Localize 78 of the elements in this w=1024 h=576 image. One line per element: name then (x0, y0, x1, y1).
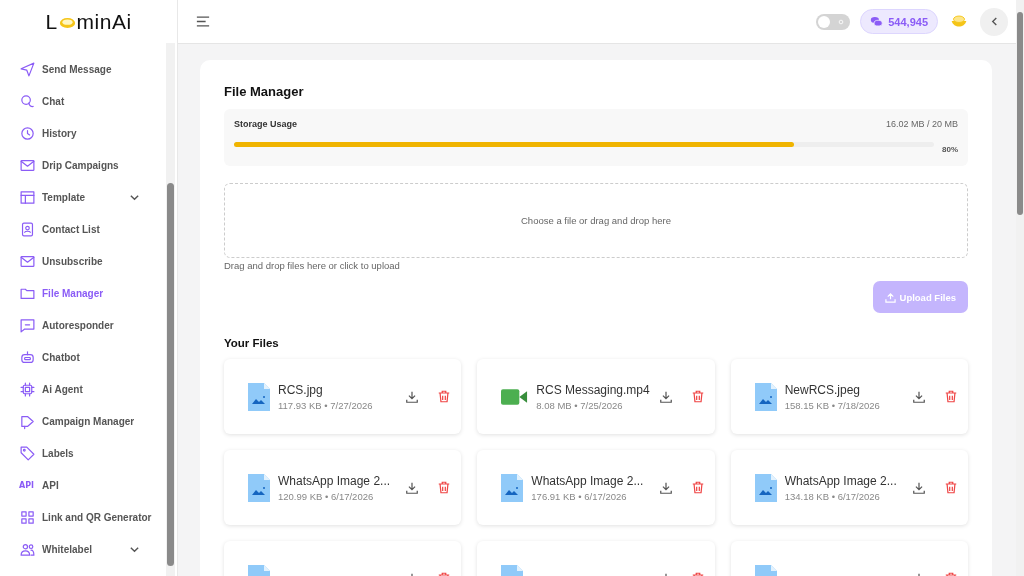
download-icon[interactable] (912, 389, 926, 404)
storage-label: Storage Usage (234, 119, 298, 129)
sidebar-item[interactable]: Unsubscribe (42, 255, 103, 267)
sidebar-item[interactable]: History (42, 127, 77, 139)
trash-icon[interactable] (690, 480, 705, 495)
file-name: WhatsApp Image 2... (784, 473, 897, 488)
file-meta: 158.15 KB • 7/18/2026 (784, 399, 880, 411)
qr-icon (19, 508, 36, 526)
file-card[interactable]: WhatsApp Image 2... 120.99 KB • 6/17/2026 (224, 450, 462, 525)
menu-icon[interactable] (196, 16, 210, 27)
credits-badge[interactable]: 544,945 (860, 9, 938, 34)
sidebar-item[interactable]: Chat (42, 95, 65, 107)
video-camera-icon (501, 387, 529, 406)
file-name: RCS.jpg (278, 382, 324, 397)
trash-icon[interactable] (944, 480, 958, 495)
send-icon (19, 60, 36, 78)
dropzone-hint: Drag and drop files here or click to upload (224, 260, 401, 271)
sidebar-item[interactable]: Whitelabel (42, 543, 92, 555)
sidebar-item[interactable]: Template (42, 191, 86, 203)
scrollbar[interactable] (166, 43, 175, 576)
download-icon[interactable] (658, 389, 673, 404)
sidebar-item[interactable]: API (42, 479, 59, 491)
image-file-icon (754, 382, 777, 411)
trash-icon[interactable] (944, 389, 958, 404)
image-file-icon (754, 473, 777, 502)
storage-percent: 80% (942, 145, 958, 154)
file-name: NewRCS.jpeg (784, 382, 862, 397)
file-meta: 134.18 KB • 6/17/2026 (784, 490, 881, 502)
file-meta: 120.99 KB • 6/17/2026 (278, 490, 375, 502)
coins-icon (870, 15, 884, 28)
logo: L minAi (44, 8, 133, 35)
file-card[interactable]: WhatsApp Image 2... 134.18 KB • 6/17/2026 (730, 450, 968, 525)
file-card[interactable]: RCS Messaging.mp4 8.08 MB • 7/25/2026 (477, 359, 715, 434)
history-icon (19, 124, 36, 142)
tag-icon (19, 444, 36, 462)
theme-toggle[interactable] (816, 13, 851, 30)
section-title: Your Files (224, 337, 280, 349)
upload-icon (884, 291, 896, 303)
image-file-icon (501, 473, 524, 502)
trash-icon[interactable] (437, 480, 452, 495)
storage-reading: 16.02 MB / 20 MB (885, 119, 958, 129)
dropzone[interactable]: Choose a file or drag and drop here (224, 183, 968, 258)
trash-icon[interactable] (690, 389, 705, 404)
file-name: WhatsApp Image 2... (531, 473, 644, 488)
download-icon[interactable] (405, 389, 420, 404)
sidebar-item[interactable]: Drip Campaigns (42, 159, 119, 171)
template-icon (19, 188, 36, 206)
contact-icon (19, 220, 36, 238)
image-file-icon (248, 473, 270, 502)
file-name: RCS Messaging.mp4 (536, 382, 650, 397)
trash-icon[interactable] (437, 389, 452, 404)
api-icon-label: API (19, 480, 36, 490)
sidebar-item[interactable]: Link and QR Generator (42, 511, 152, 523)
sidebar-item[interactable]: Send Message (42, 63, 112, 75)
download-icon[interactable] (658, 480, 673, 495)
chip-icon (19, 380, 36, 398)
page-title: File Manager (224, 84, 305, 99)
image-file-icon (248, 382, 270, 411)
file-meta: 8.08 MB • 7/25/2026 (536, 399, 624, 411)
file-name: WhatsApp Image 2... (278, 473, 391, 488)
file-meta: 117.93 KB • 7/27/2026 (278, 399, 373, 411)
sidebar-item[interactable]: Ai Agent (42, 383, 83, 395)
chevron-left-icon (989, 17, 999, 26)
file-card[interactable]: WhatsApp Image 2... 176.91 KB • 6/17/2026 (477, 450, 715, 525)
sidebar-item[interactable]: Autoresponder (42, 319, 114, 331)
sidebar-item[interactable]: Labels (42, 447, 74, 459)
scrollbar[interactable] (1016, 0, 1024, 576)
sidebar-item[interactable]: Chatbot (42, 351, 80, 363)
file-meta: 176.91 KB • 6/17/2026 (531, 490, 628, 502)
file-card[interactable]: NewRCS.jpeg 158.15 KB • 7/18/2026 (730, 359, 968, 434)
sidebar-item[interactable]: Campaign Manager (42, 415, 135, 427)
sidebar-item[interactable]: Contact List (42, 223, 100, 235)
download-icon[interactable] (912, 480, 926, 495)
file-card[interactable]: RCS.jpg 117.93 KB • 7/27/2026 (224, 359, 462, 434)
msg-icon (19, 316, 36, 334)
bot-icon (19, 348, 36, 366)
download-icon[interactable] (405, 480, 420, 495)
sidebar-item[interactable]: File Manager (42, 287, 104, 299)
